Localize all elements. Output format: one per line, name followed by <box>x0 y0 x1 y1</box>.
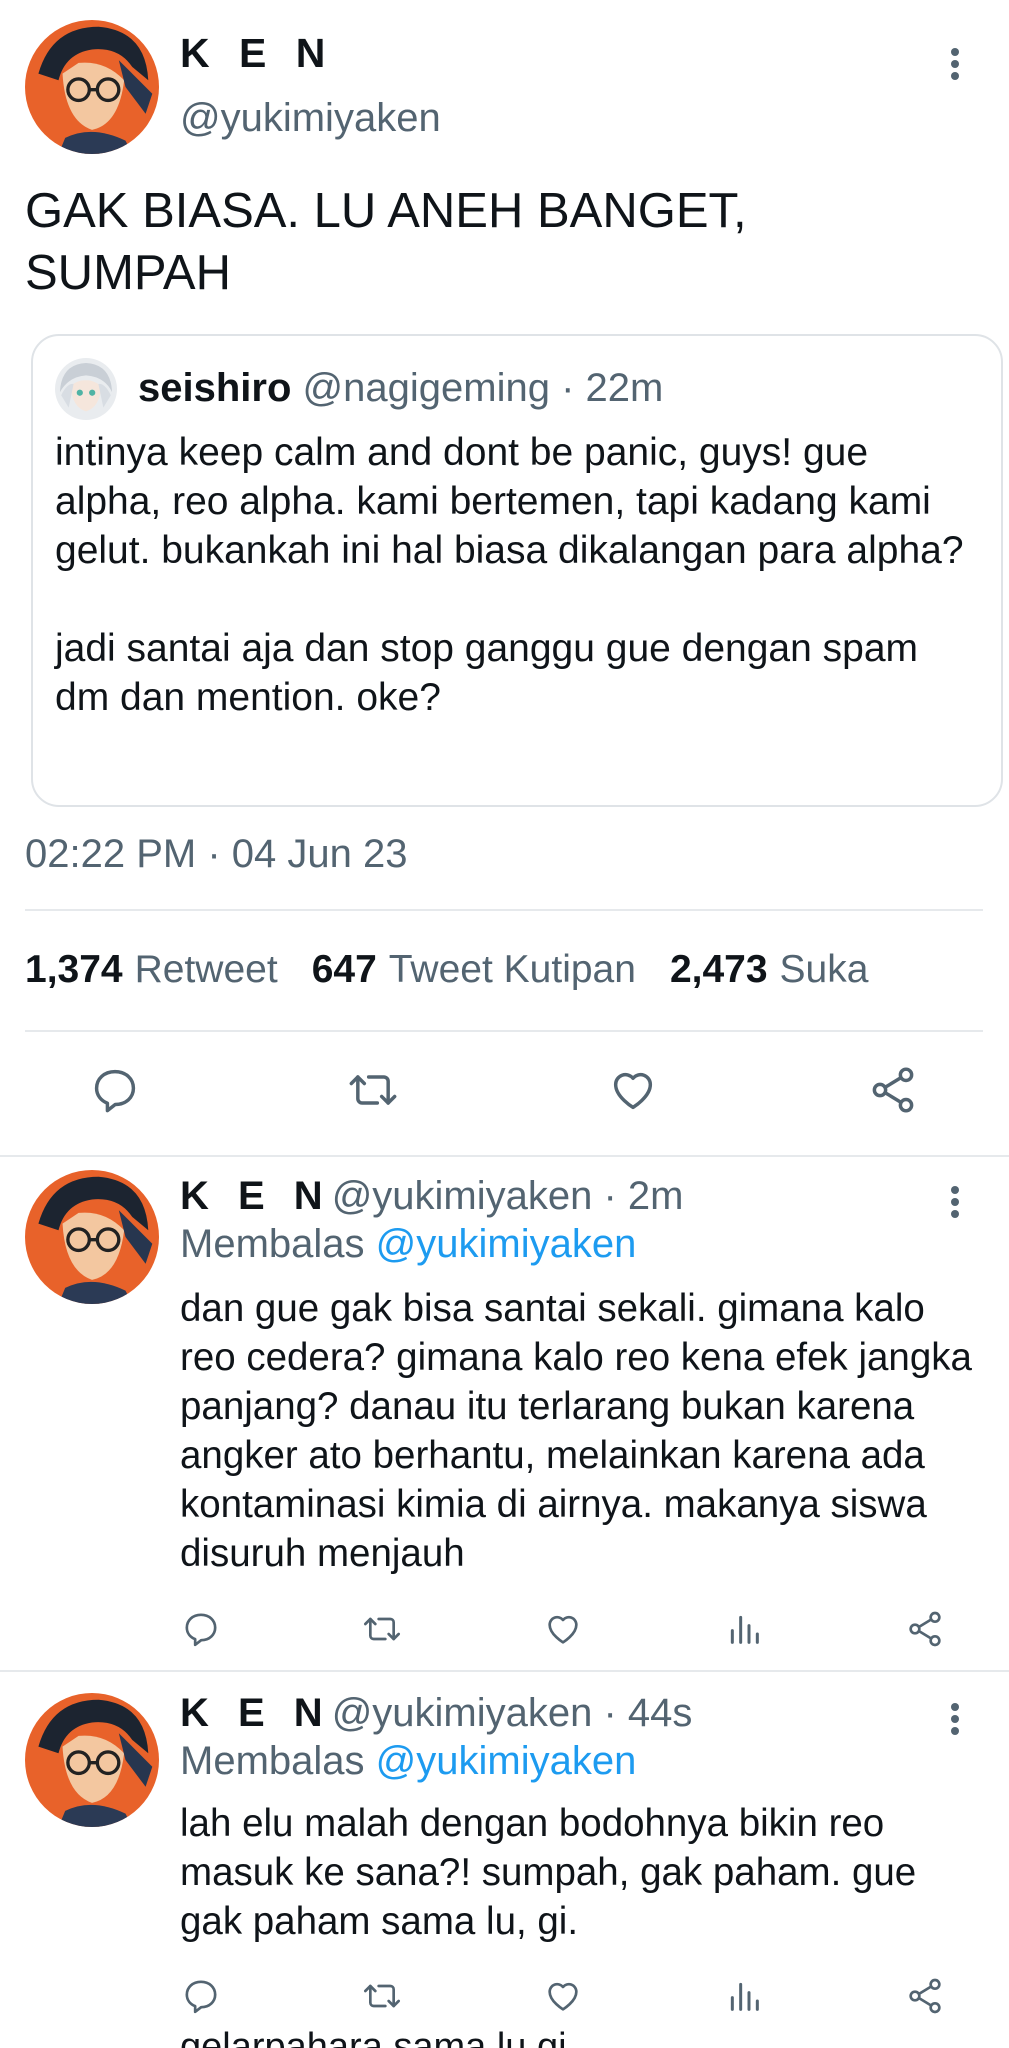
replying-label: Membalas <box>180 1222 365 1266</box>
reply-author-name[interactable]: K E N <box>180 1174 332 1218</box>
reply-author-handle[interactable]: @yukimiyaken <box>332 1174 593 1218</box>
engagement-stats: 1,374 Retweet 647 Tweet Kutipan 2,473 Su… <box>25 948 868 992</box>
retweet-icon[interactable] <box>357 1971 407 2021</box>
author-handle[interactable]: @yukimiyaken <box>180 96 441 141</box>
quoted-author-name[interactable]: seishiro <box>138 366 291 410</box>
main-action-bar <box>0 1060 1009 1130</box>
reply-icon[interactable] <box>176 1604 226 1654</box>
like-icon[interactable] <box>538 1604 588 1654</box>
avatar-image <box>25 20 159 154</box>
reply-author-handle[interactable]: @yukimiyaken <box>332 1691 593 1735</box>
avatar-image <box>25 1170 159 1304</box>
reply-action-bar <box>0 1604 1009 1664</box>
reply-header: K E N@yukimiyaken · 2m <box>180 1174 684 1219</box>
quote-tweet-label: Tweet Kutipan <box>388 948 636 991</box>
reply-author-name[interactable]: K E N <box>180 1691 332 1735</box>
reply-time: · 44s <box>603 1691 693 1735</box>
like-icon[interactable] <box>603 1060 663 1120</box>
quoted-text: intinya keep calm and dont be panic, guy… <box>55 431 964 719</box>
analytics-icon[interactable] <box>719 1604 769 1654</box>
reply-author-avatar[interactable] <box>25 1170 159 1304</box>
reply-header: K E N@yukimiyaken · 44s <box>180 1691 692 1736</box>
reply-time: · 2m <box>603 1174 684 1218</box>
like-label: Suka <box>779 948 869 991</box>
replying-label: Membalas <box>180 1739 365 1783</box>
like-stat[interactable]: 2,473 Suka <box>670 948 869 992</box>
more-options-icon[interactable] <box>943 1180 967 1224</box>
replying-to-handle[interactable]: @yukimiyaken <box>376 1739 637 1783</box>
reply-tweet[interactable]: K E N@yukimiyaken · 44s Membalas @yukimi… <box>0 1671 1009 2048</box>
divider <box>25 909 983 911</box>
retweet-count: 1,374 <box>25 948 123 991</box>
author-avatar[interactable] <box>25 20 159 154</box>
next-tweet-preview: gelarpahara sama lu gi <box>180 2026 567 2048</box>
quoted-time: · 22m <box>561 366 664 410</box>
retweet-label: Retweet <box>134 948 278 991</box>
reply-text: lah elu malah dengan bodohnya bikin reo … <box>180 1802 917 1943</box>
quoted-tweet[interactable]: seishiro @nagigeming · 22m intinya keep … <box>31 334 1003 807</box>
main-tweet: K E N @yukimiyaken GAK BIASA. LU ANEH BA… <box>0 0 1009 1156</box>
author-name[interactable]: K E N <box>180 30 334 77</box>
tweet-text: GAK BIASA. LU ANEH BANGET, SUMPAH <box>25 184 747 300</box>
retweet-stat[interactable]: 1,374 Retweet <box>25 948 278 992</box>
reply-action-bar <box>0 1971 1009 2031</box>
avatar-image <box>25 1693 159 1827</box>
quoted-author-handle[interactable]: @nagigeming <box>303 366 550 410</box>
tweet-timestamp[interactable]: 02:22 PM · 04 Jun 23 <box>25 832 407 877</box>
reply-author-avatar[interactable] <box>25 1693 159 1827</box>
quote-tweet-count: 647 <box>311 948 377 991</box>
like-count: 2,473 <box>669 948 768 991</box>
like-icon[interactable] <box>538 1971 588 2021</box>
quoted-header: seishiro @nagigeming · 22m <box>138 366 663 411</box>
reply-tweet[interactable]: K E N@yukimiyaken · 2m Membalas @yukimiy… <box>0 1156 1009 1670</box>
avatar-image <box>55 358 117 420</box>
share-icon[interactable] <box>900 1604 950 1654</box>
retweet-icon[interactable] <box>343 1060 403 1120</box>
retweet-icon[interactable] <box>357 1604 407 1654</box>
replying-to-handle[interactable]: @yukimiyaken <box>376 1222 637 1266</box>
replying-to: Membalas @yukimiyaken <box>180 1222 636 1267</box>
share-icon[interactable] <box>863 1060 923 1120</box>
more-options-icon[interactable] <box>943 42 967 86</box>
divider <box>25 1030 983 1032</box>
share-icon[interactable] <box>900 1971 950 2021</box>
analytics-icon[interactable] <box>719 1971 769 2021</box>
reply-text: dan gue gak bisa santai sekali. gimana k… <box>180 1287 972 1575</box>
reply-icon[interactable] <box>176 1971 226 2021</box>
reply-icon[interactable] <box>85 1060 145 1120</box>
more-options-icon[interactable] <box>943 1697 967 1741</box>
quoted-author-avatar[interactable] <box>55 358 117 420</box>
quote-tweet-stat[interactable]: 647 Tweet Kutipan <box>312 948 636 992</box>
replying-to: Membalas @yukimiyaken <box>180 1739 636 1784</box>
